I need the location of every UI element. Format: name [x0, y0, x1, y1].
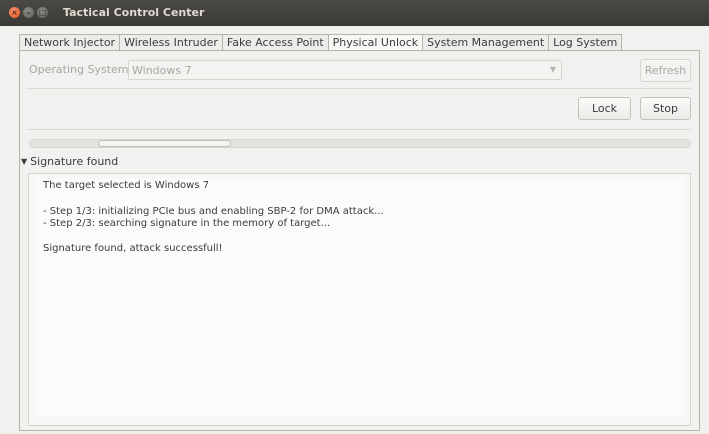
log-output-frame: The target selected is Windows 7 - Step … [28, 173, 691, 426]
tab-fake-access-point[interactable]: Fake Access Point [221, 34, 328, 51]
operating-system-dropdown[interactable]: Windows 7 ▼ [128, 60, 562, 80]
maximize-window-icon[interactable]: □ [37, 7, 48, 18]
title-bar[interactable]: × – □ Tactical Control Center [0, 0, 709, 26]
app-window: × – □ Tactical Control Center Network In… [0, 0, 709, 434]
progress-bar [29, 139, 691, 148]
signature-expander[interactable]: ▼ Signature found [21, 153, 118, 169]
refresh-button[interactable]: Refresh [640, 59, 691, 82]
tab-bar: Network Injector Wireless Intruder Fake … [19, 34, 623, 52]
stop-button[interactable]: Stop [640, 97, 691, 120]
expander-label: Signature found [30, 154, 119, 168]
operating-system-value: Windows 7 [132, 64, 192, 77]
log-line: The target selected is Windows 7 [43, 180, 210, 191]
separator [26, 88, 691, 89]
lock-button[interactable]: Lock [578, 97, 631, 120]
separator [26, 129, 691, 130]
window-title: Tactical Control Center [63, 6, 205, 19]
progress-indicator [98, 140, 231, 147]
close-window-icon[interactable]: × [9, 7, 20, 18]
minimize-window-icon[interactable]: – [23, 7, 34, 18]
log-line: Signature found, attack successfull! [43, 243, 223, 254]
log-line: - Step 1/3: initializing PCIe bus and en… [43, 206, 384, 217]
tab-system-management[interactable]: System Management [422, 34, 549, 51]
operating-system-label: Operating System: [29, 63, 133, 76]
log-output-text[interactable]: The target selected is Windows 7 - Step … [37, 179, 684, 417]
tab-wireless-intruder[interactable]: Wireless Intruder [119, 34, 222, 51]
tab-log-system[interactable]: Log System [548, 34, 623, 51]
tab-network-injector[interactable]: Network Injector [19, 34, 120, 51]
physical-unlock-panel: Operating System: Windows 7 ▼ Refresh Lo… [19, 50, 700, 431]
chevron-down-icon: ▼ [549, 65, 556, 74]
expander-arrow-icon: ▼ [21, 156, 28, 166]
log-line: - Step 2/3: searching signature in the m… [43, 218, 331, 229]
